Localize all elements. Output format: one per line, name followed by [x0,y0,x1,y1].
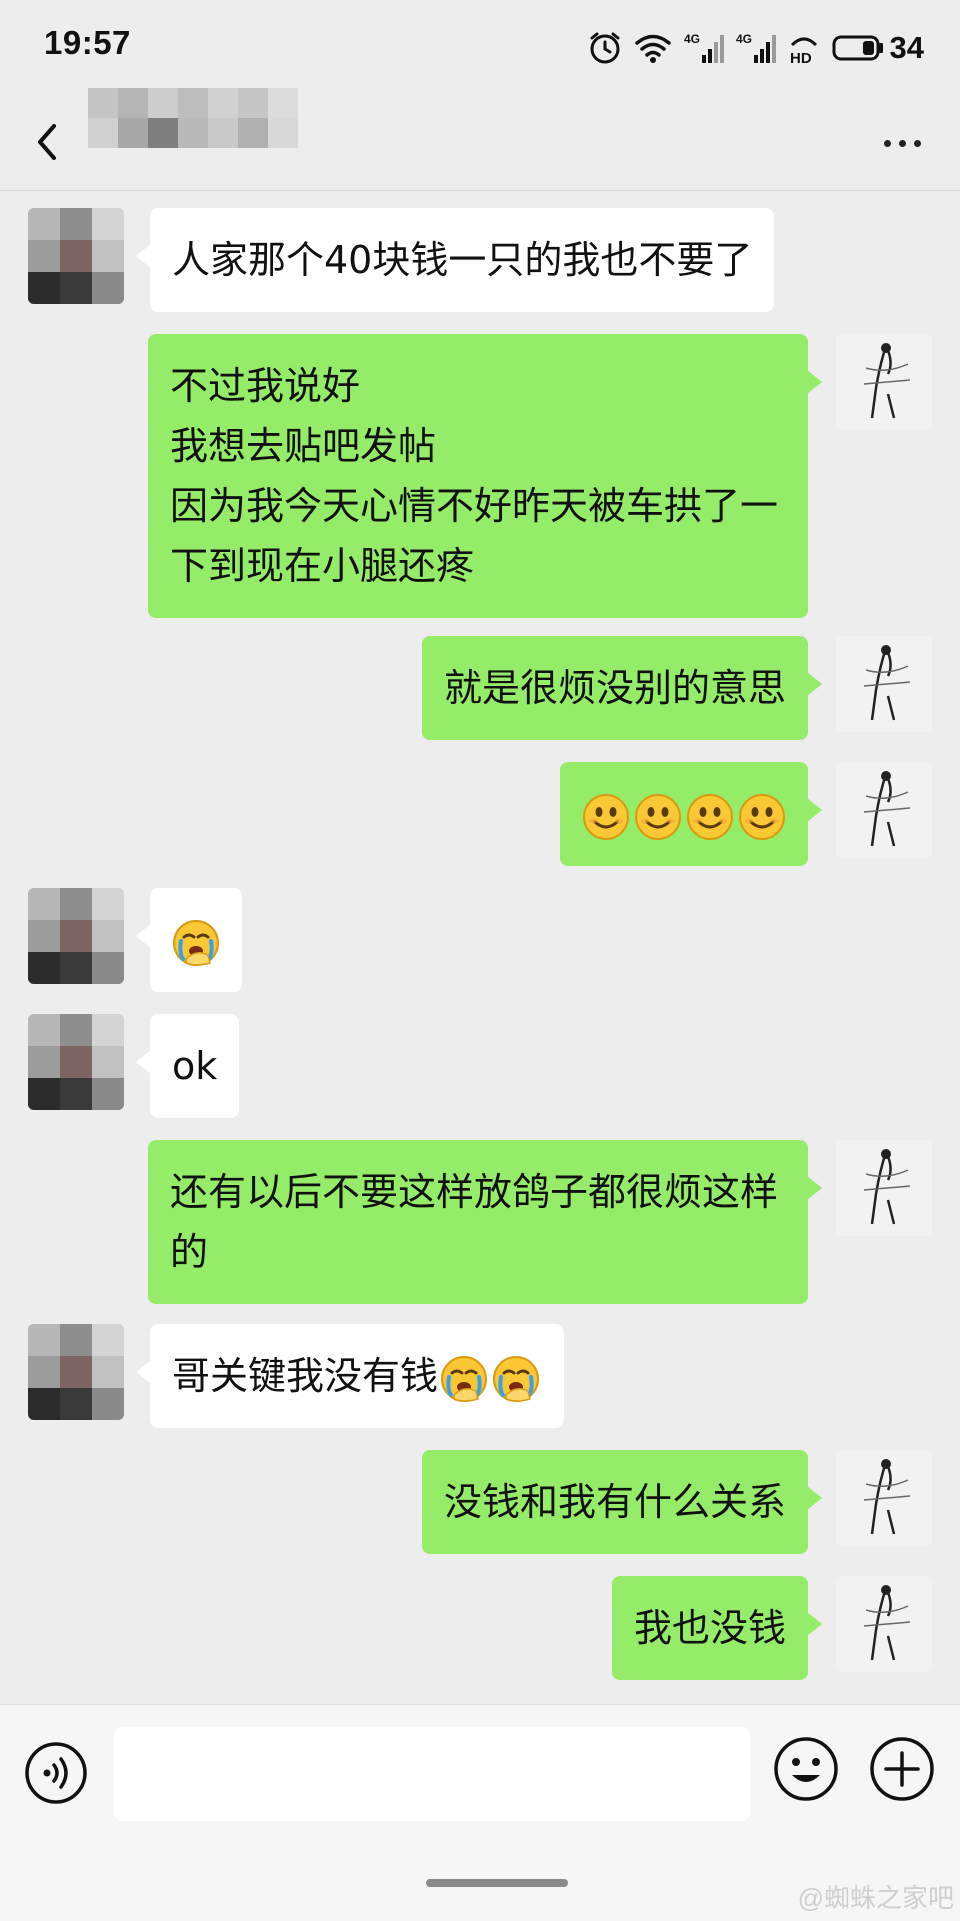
message-text: 哥关键我没有钱 [172,1354,439,1398]
signal-4g-icon-2: 4G [736,32,776,63]
my-avatar[interactable] [836,334,932,430]
smile-emoji-icon [582,793,630,841]
network-label-2: 4G [736,32,752,46]
message-bubble-sent-emoji[interactable] [560,762,822,866]
message-bubble-sent[interactable]: 我也没钱 [611,1576,823,1680]
my-avatar[interactable] [836,762,932,858]
smile-emoji-icon [634,793,682,841]
battery-level: 34 [889,30,924,65]
input-bar: @蜘蛛之家吧 [0,1704,960,1921]
message-bubble-sent[interactable]: 不过我说好 我想去贴吧发帖 因为我今天心情不好昨天被车拱了一下到现在小腿还疼 [148,334,822,618]
dot-3 [913,139,921,147]
back-arrow-icon[interactable] [24,112,84,172]
message-bubble-received[interactable]: 哥关键我没有钱 [135,1324,565,1428]
watermark: @蜘蛛之家吧 [797,1883,954,1913]
more-dots-icon[interactable] [872,126,932,160]
message-bubble-received[interactable]: ok [135,1014,240,1118]
emoji-icon[interactable] [772,1735,840,1803]
home-indicator[interactable] [426,1879,568,1887]
message-bubble-received[interactable]: 人家那个40块钱一只的我也不要了 [135,208,775,312]
my-avatar[interactable] [836,1140,932,1236]
contact-avatar[interactable] [28,208,124,304]
plus-icon[interactable] [868,1735,936,1803]
network-label-1: 4G [684,32,700,46]
contact-name-blurred [88,88,298,148]
message-bubble-sent[interactable]: 还有以后不要这样放鸽子都很烦这样的 [148,1140,822,1304]
facepalm-emoji-icon [440,1355,488,1403]
hd-label: HD [790,50,812,65]
hd-call-icon: HD [790,37,817,65]
my-avatar[interactable] [836,636,932,732]
message-bubble-sent[interactable]: 没钱和我有什么关系 [421,1450,823,1554]
message-bubble-sent[interactable]: 就是很烦没别的意思 [421,636,823,740]
signal-4g-icon-1: 4G [684,32,724,63]
message-input[interactable] [114,1727,750,1821]
alarm-icon [590,32,620,64]
dot-2 [898,139,906,147]
my-avatar[interactable] [836,1576,932,1672]
voice-icon[interactable] [24,1741,88,1805]
message-bubble-received-emoji[interactable] [136,888,242,992]
wifi-icon [634,34,671,63]
smile-emoji-icon [738,793,786,841]
contact-avatar[interactable] [28,1014,124,1110]
smile-emoji-icon [686,793,734,841]
battery-icon [832,35,883,61]
status-icons: 4G 4G HD 34 [588,28,924,68]
status-time: 19:57 [44,24,131,61]
facepalm-emoji-icon [172,919,220,967]
facepalm-emoji-icon [492,1355,540,1403]
contact-avatar[interactable] [28,1324,124,1420]
status-bar: 19:57 4G 4G HD 34 [0,0,960,96]
my-avatar[interactable] [836,1450,932,1546]
dot-1 [883,139,891,147]
contact-avatar[interactable] [28,888,124,984]
